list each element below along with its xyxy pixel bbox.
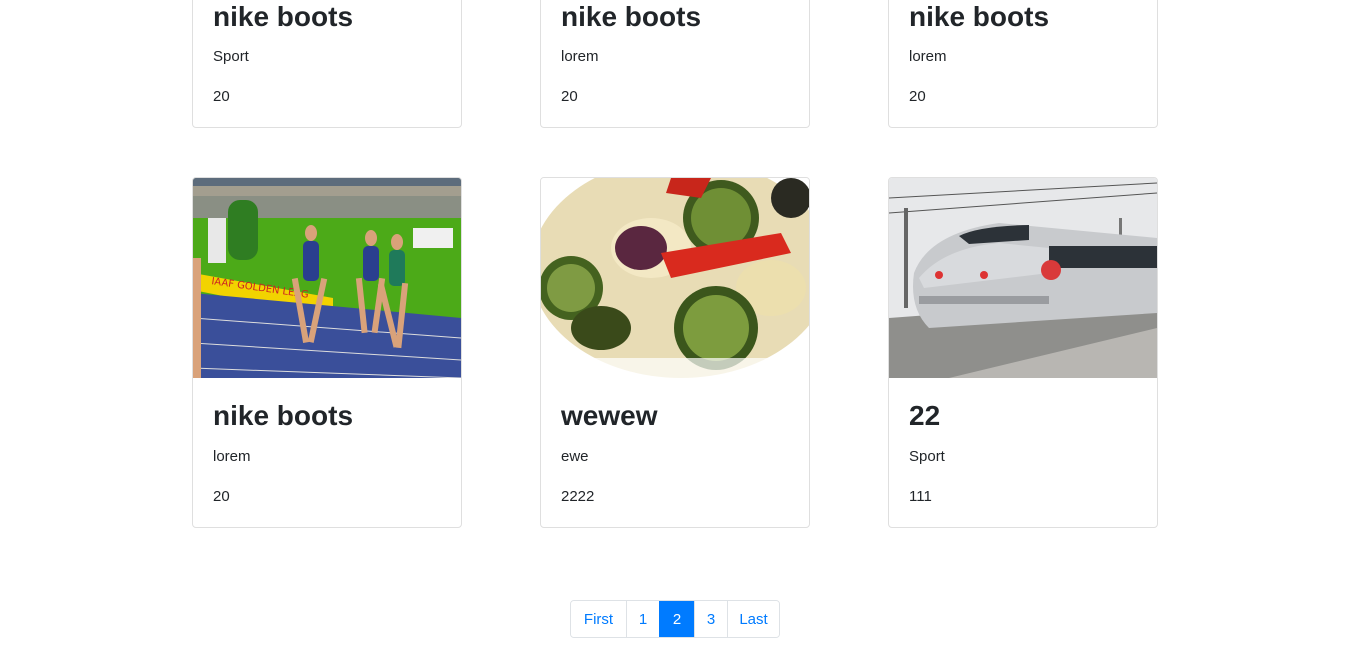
product-card[interactable]: wewew ewe 2222 xyxy=(540,177,810,528)
athletics-track-photo: IAAF GOLDEN LEAG xyxy=(193,178,461,378)
card-title: nike boots xyxy=(561,1,702,32)
product-card[interactable]: 22 Sport 111 xyxy=(888,177,1158,528)
card-title: 22 xyxy=(909,400,941,431)
page-2-button[interactable]: 2 xyxy=(659,601,694,637)
product-card[interactable]: nike boots Sport 20 xyxy=(192,0,462,128)
high-speed-train-photo xyxy=(889,178,1157,378)
card-title: nike boots xyxy=(213,400,354,431)
page-last-button[interactable]: Last xyxy=(727,601,779,637)
card-title: wewew xyxy=(561,400,658,431)
card-category: Sport xyxy=(213,48,249,65)
card-price: 20 xyxy=(213,488,230,505)
card-category: Sport xyxy=(909,448,945,465)
product-card[interactable]: nike boots lorem 20 xyxy=(540,0,810,128)
card-category: lorem xyxy=(909,48,947,65)
card-title: nike boots xyxy=(213,1,354,32)
card-category: lorem xyxy=(213,448,251,465)
card-price: 20 xyxy=(213,88,230,105)
pagination: First 1 2 3 Last xyxy=(570,600,780,638)
product-card[interactable]: IAAF GOLDEN LEAG nike boots lorem 20 xyxy=(192,177,462,528)
card-price: 20 xyxy=(561,88,578,105)
page-3-button[interactable]: 3 xyxy=(694,601,727,637)
card-price: 20 xyxy=(909,88,926,105)
page-1-button[interactable]: 1 xyxy=(626,601,659,637)
card-category: ewe xyxy=(561,448,589,465)
card-price: 2222 xyxy=(561,488,595,505)
card-price: 111 xyxy=(909,488,932,505)
card-title: nike boots xyxy=(909,1,1050,32)
card-category: lorem xyxy=(561,48,599,65)
page-first-button[interactable]: First xyxy=(571,601,626,637)
product-card[interactable]: nike boots lorem 20 xyxy=(888,0,1158,128)
grilled-vegetables-photo xyxy=(541,178,809,378)
